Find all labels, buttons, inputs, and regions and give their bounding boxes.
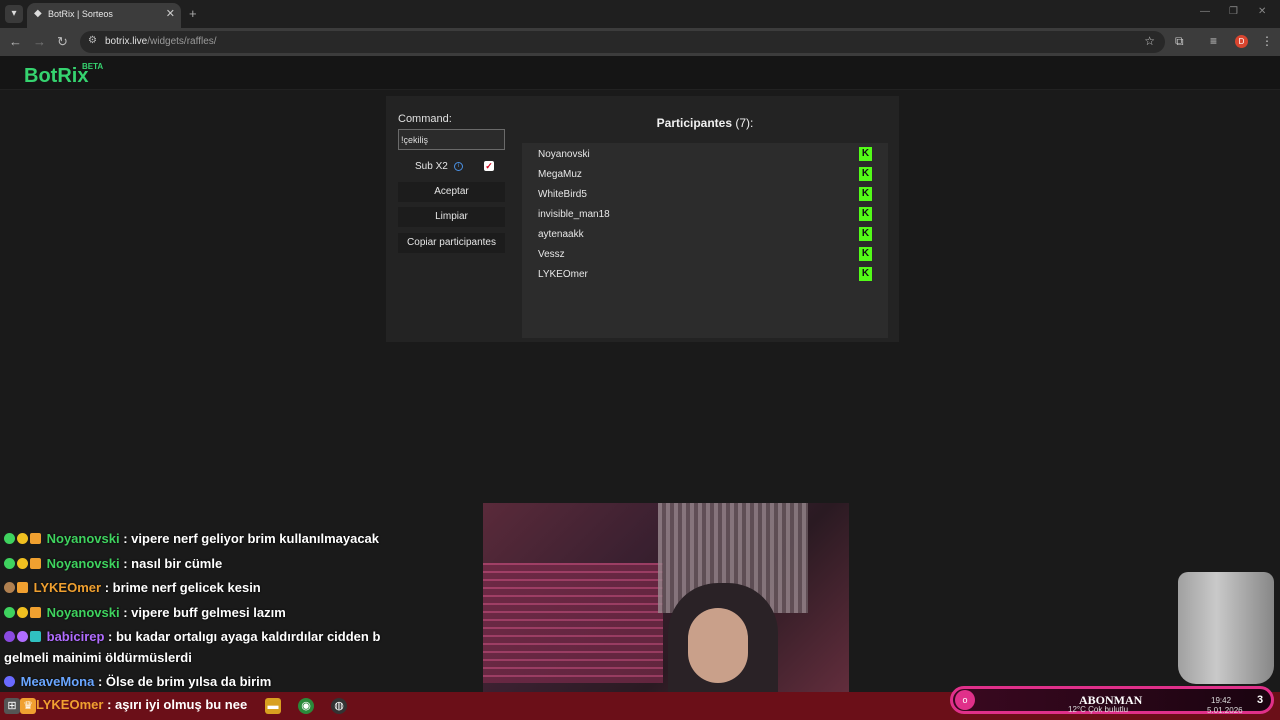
kick-icon: K — [859, 267, 872, 281]
reload-icon[interactable]: ↻ — [57, 34, 68, 50]
chat-message: MeaveMona : Ölse de brim yılsa da birim — [4, 674, 271, 689]
raffle-panel: Command: !çekiliş Sub X2 i ✓ Aceptar Lim… — [386, 96, 899, 342]
list-item: WhiteBird5 K — [538, 187, 872, 203]
site-header: BotRix BETA — [0, 56, 1280, 90]
obs-icon[interactable]: ◍ — [331, 698, 347, 714]
badge-icon — [17, 533, 28, 544]
file-explorer-icon[interactable]: ▬ — [265, 698, 281, 714]
profile-avatar[interactable]: D — [1235, 35, 1248, 48]
glass-overlay-image — [1178, 572, 1274, 684]
sub-goal-circle: o — [955, 690, 975, 710]
list-item: LYKEOmer K — [538, 267, 872, 283]
badge-icon — [4, 607, 15, 618]
back-icon[interactable]: ← — [9, 34, 22, 50]
sub-multiplier-row: Sub X2 i ✓ — [398, 160, 505, 174]
participant-name: WhiteBird5 — [538, 189, 587, 200]
chat-message: babicirep : bu kadar ortalıgı ayaga kald… — [4, 629, 380, 644]
kick-icon: K — [859, 207, 872, 221]
browser-tab[interactable]: ◆ BotRix | Sorteos ✕ — [27, 3, 181, 28]
bookmark-star-icon[interactable]: ☆ — [1144, 34, 1155, 48]
crown-icon — [30, 558, 41, 569]
tab-title: BotRix | Sorteos — [48, 9, 113, 19]
accept-button[interactable]: Aceptar — [398, 182, 505, 202]
badge-icon — [30, 631, 41, 642]
participant-name: invisible_man18 — [538, 209, 610, 220]
minimize-icon[interactable]: — — [1200, 6, 1210, 17]
extensions-icon[interactable]: ⧉ — [1175, 34, 1184, 49]
media-controls-icon[interactable]: ≡ — [1210, 34, 1217, 48]
participants-title: Participantes (7): — [656, 116, 754, 130]
badge-icon — [17, 558, 28, 569]
participant-name: Vessz — [538, 249, 565, 260]
participants-list: Noyanovski K MegaMuz K WhiteBird5 K invisib… — [522, 143, 888, 338]
weather-text[interactable]: 12°C Çok bulutlu — [1068, 705, 1128, 714]
list-item: invisible_man18 K — [538, 207, 872, 223]
close-window-icon[interactable]: ✕ — [1258, 6, 1266, 17]
participant-name: MegaMuz — [538, 169, 582, 180]
sub-goal-count: 3 — [1257, 694, 1264, 706]
menu-kebab-icon[interactable]: ⋮ — [1261, 34, 1273, 48]
botrix-logo[interactable]: BotRix — [24, 65, 88, 88]
chat-message: Noyanovski : vipere nerf geliyor brim ku… — [4, 531, 379, 546]
chat-message: Noyanovski : nasıl bir cümle — [4, 556, 222, 571]
kick-icon: K — [859, 247, 872, 261]
badge-icon — [17, 631, 28, 642]
start-icon[interactable]: ⊞ — [4, 698, 20, 714]
close-tab-icon[interactable]: ✕ — [166, 7, 175, 20]
crown-icon — [17, 582, 28, 593]
clock-time[interactable]: 19:42 — [1211, 696, 1231, 705]
url-text[interactable]: botrix.live/widgets/raffles/ — [105, 36, 217, 47]
browser-tabbar: ▾ ◆ BotRix | Sorteos ✕ + — ❐ ✕ — [0, 0, 1280, 28]
badge-icon — [4, 676, 15, 687]
badge-icon — [17, 607, 28, 618]
chat-message: Noyanovski : vipere buff gelmesi lazım — [4, 605, 286, 620]
badge-icon — [4, 533, 15, 544]
clock-date[interactable]: 5.01.2026 — [1207, 706, 1243, 715]
site-info-icon[interactable]: ⚙ — [88, 35, 97, 46]
kick-icon: K — [859, 167, 872, 181]
streamer-face — [688, 608, 748, 683]
address-bar[interactable]: ⚙ botrix.live/widgets/raffles/ ☆ — [80, 31, 1165, 53]
restore-icon[interactable]: ❐ — [1229, 6, 1238, 17]
list-item: aytenaakk K — [538, 227, 872, 243]
badge-icon — [4, 558, 15, 569]
kick-icon: K — [859, 147, 872, 161]
sub-multiplier-checkbox[interactable]: ✓ — [484, 161, 494, 171]
participant-name: aytenaakk — [538, 229, 584, 240]
badge-icon — [4, 631, 15, 642]
copy-participants-button[interactable]: Copiar participantes — [398, 233, 505, 253]
kick-icon: K — [859, 187, 872, 201]
chat-message-last: LYKEOmer : aşırı iyi olmuş bu nee — [36, 697, 248, 712]
participant-name: Noyanovski — [538, 149, 590, 160]
tab-search-button[interactable]: ▾ — [5, 5, 23, 23]
chat-message: LYKEOmer : brime nerf gelicek kesin — [4, 580, 261, 595]
info-icon[interactable]: i — [454, 162, 463, 171]
list-item: Vessz K — [538, 247, 872, 263]
command-label: Command: — [398, 113, 452, 125]
sub-multiplier-label: Sub X2 — [415, 161, 448, 172]
webcam-feed — [483, 503, 849, 720]
sub-goal-bar: o ABONMAN 12°C Çok bulutlu 19:42 5.01.20… — [950, 686, 1274, 715]
chrome-icon[interactable]: ◉ — [298, 698, 314, 714]
kick-icon: K — [859, 227, 872, 241]
forward-icon[interactable]: → — [33, 34, 46, 50]
crown-icon — [30, 607, 41, 618]
command-input[interactable]: !çekiliş — [398, 129, 505, 150]
botrix-favicon-icon: ◆ — [34, 8, 42, 19]
clear-button[interactable]: Limpiar — [398, 207, 505, 227]
address-toolbar: ← → ↻ ⚙ botrix.live/widgets/raffles/ ☆ ⧉… — [0, 28, 1280, 56]
crown-icon — [30, 533, 41, 544]
list-item: MegaMuz K — [538, 167, 872, 183]
crown-icon: ♛ — [20, 698, 36, 714]
new-tab-icon[interactable]: + — [189, 6, 197, 21]
beta-badge: BETA — [82, 62, 104, 71]
badge-icon — [4, 582, 15, 593]
chat-message: gelmeli mainimi öldürmüslerdi — [4, 650, 192, 665]
participant-name: LYKEOmer — [538, 269, 588, 280]
list-item: Noyanovski K — [538, 147, 872, 163]
webcam-shelf — [483, 563, 663, 683]
